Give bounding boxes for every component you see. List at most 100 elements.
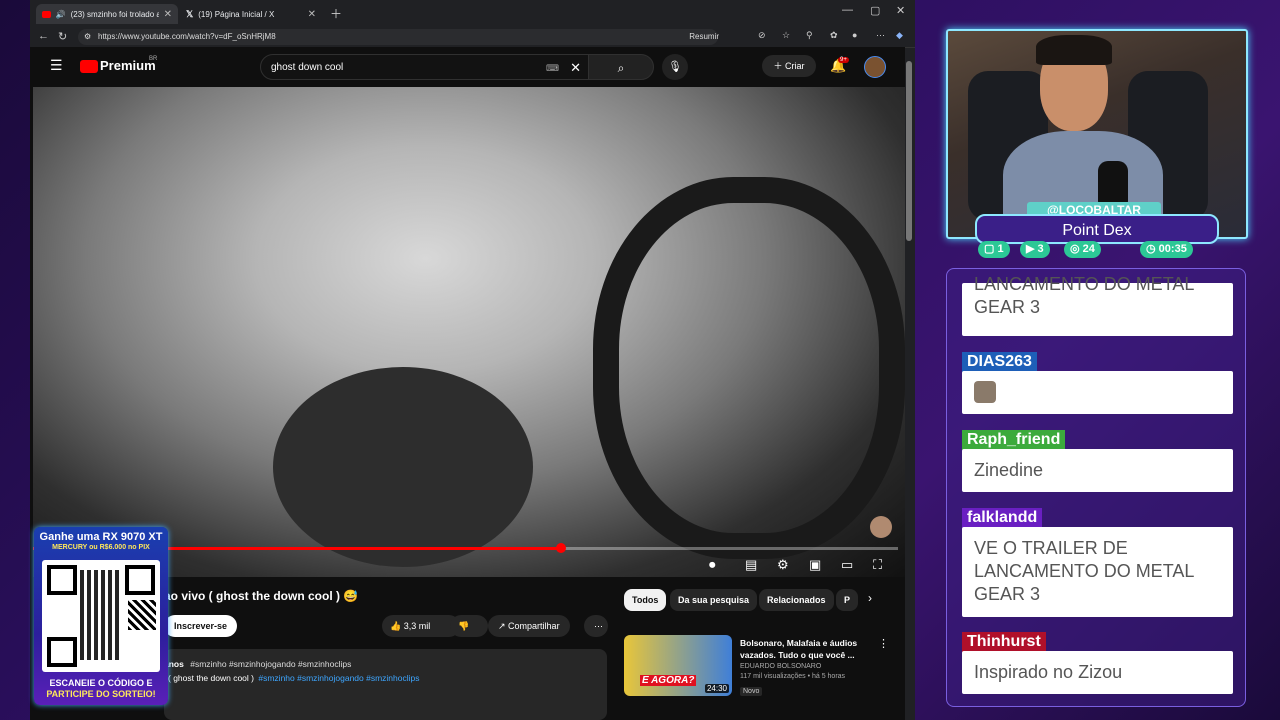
channel-watermark[interactable]	[870, 516, 892, 538]
subtitles-icon[interactable]: ▤	[745, 557, 757, 573]
promo-cta-2: PARTICIPE DO SORTEIO!	[46, 689, 156, 699]
chevron-right-icon[interactable]: ›	[868, 591, 872, 605]
stat-chat: ▢ 1	[978, 241, 1010, 258]
page-scrollbar[interactable]	[906, 61, 912, 241]
tab-label: (19) Página Inicial / X	[198, 9, 275, 19]
chip-more[interactable]: P	[836, 589, 858, 611]
new-tab-icon[interactable]: ＋	[330, 5, 342, 22]
extension-icon[interactable]: ✿	[830, 30, 838, 41]
description-hashtags[interactable]: #smzinho #smzinhojogando #smzinhoclips	[258, 673, 419, 683]
chat-message: LANCAMENTO DO METAL GEAR 3	[962, 274, 1233, 336]
share-button[interactable]: ↗ Compartilhar	[488, 615, 570, 637]
chip-da-sua-pesquisa[interactable]: Da sua pesquisa	[670, 589, 758, 611]
account-avatar[interactable]	[864, 56, 886, 78]
speaker-icon[interactable]: 🔊	[56, 10, 66, 19]
chat-message	[962, 371, 1233, 414]
giveaway-promo: Ganhe uma RX 9070 XT MERCURY ou R$6.000 …	[34, 527, 168, 705]
promo-cta-1: ESCANEIE O CÓDIGO E	[49, 678, 153, 688]
star-icon[interactable]: ☆	[782, 30, 790, 41]
subscribe-button[interactable]: Inscrever-se	[164, 615, 238, 637]
voice-search-button[interactable]: 🎙	[662, 54, 688, 80]
tab-bar: 🔊 (23) smzinho foi trolado ao v ✕ 𝕏 (19)…	[30, 0, 915, 27]
promo-subline: MERCURY ou R$6.000 no PIX	[52, 544, 150, 551]
like-button[interactable]: 👍 3,3 mil	[382, 615, 460, 637]
video-player[interactable]: ⏺ ▤ ⚙ ▣ ▭ ⛶	[33, 87, 905, 577]
qr-finder	[125, 565, 155, 595]
extensions-icon[interactable]: ⚲	[806, 30, 813, 41]
streamer-hair	[1036, 35, 1112, 65]
address-bar-row: ← ↻ ⚙ https://www.youtube.com/watch?v=dF…	[30, 27, 915, 48]
miniplayer-icon[interactable]: ▣	[809, 557, 821, 573]
search-button[interactable]: ⌕	[588, 54, 654, 80]
tab-youtube[interactable]: 🔊 (23) smzinho foi trolado ao v ✕	[36, 4, 178, 24]
chip-relacionados[interactable]: Relacionados	[759, 589, 834, 611]
site-info-icon[interactable]: ⚙	[84, 29, 91, 45]
progress-scrubber[interactable]	[555, 543, 566, 553]
notifications-badge: 9+	[838, 57, 849, 63]
more-icon[interactable]: ⋯	[876, 30, 885, 41]
search-input[interactable]: ghost down cool ⌨ ✕	[260, 54, 590, 80]
search-value: ghost down cool	[271, 62, 344, 73]
thumbnail-text: E AGORA?	[640, 675, 697, 686]
chat-text: LANCAMENTO DO METAL GEAR 3	[974, 274, 1194, 317]
chat-username: Raph_friend	[962, 430, 1066, 450]
search-icon: ⌕	[617, 61, 625, 75]
x-favicon-icon: 𝕏	[186, 8, 194, 19]
url-field[interactable]: ⚙ https://www.youtube.com/watch?v=dF_oSn…	[78, 29, 719, 45]
back-icon[interactable]: ←	[38, 30, 49, 42]
stat-kick: ◎ 24	[1064, 241, 1101, 258]
qr-code	[42, 560, 160, 672]
chip-todos[interactable]: Todos	[624, 589, 667, 611]
new-badge: Novo	[740, 687, 763, 696]
maximize-icon[interactable]: ▢	[870, 4, 880, 17]
close-tab-icon[interactable]: ✕	[308, 9, 316, 20]
chat-icon: ▢	[984, 243, 995, 255]
chat-username: falklandd	[962, 508, 1043, 528]
recommended-title[interactable]: Bolsonaro, Malafaia e áudios vazados. Tu…	[740, 637, 860, 661]
chat-message: Zinedine	[962, 449, 1233, 492]
settings-gear-icon[interactable]: ⚙	[777, 557, 789, 573]
theater-mode-icon[interactable]: ▭	[841, 557, 853, 573]
emote-icon	[974, 381, 996, 403]
stat-youtube: ▶ 3	[1020, 241, 1050, 258]
more-actions-icon[interactable]: ⋯	[584, 615, 608, 637]
youtube-logo-icon[interactable]	[80, 60, 98, 73]
chat-text: Zinedine	[974, 460, 1044, 480]
translate-icon[interactable]: ⊘	[758, 30, 766, 41]
close-window-icon[interactable]: ✕	[896, 4, 905, 17]
summarize-button[interactable]: Resumir	[689, 29, 719, 45]
create-button[interactable]: ＋ Criar	[762, 55, 816, 77]
youtube-logo-text[interactable]: Premium	[100, 58, 156, 73]
streamer-role: Point Dex	[975, 214, 1219, 244]
autoplay-toggle[interactable]: ⏺	[709, 557, 716, 573]
reload-icon[interactable]: ↻	[58, 30, 67, 43]
recommended-thumbnail[interactable]: E AGORA? 24:30	[624, 635, 732, 696]
fullscreen-icon[interactable]: ⛶	[873, 557, 882, 573]
promo-headline: Ganhe uma RX 9070 XT	[39, 531, 163, 543]
chat-username: DIAS263	[962, 352, 1037, 372]
chat-text: VE O TRAILER DE LANCAMENTO DO METAL GEAR…	[974, 538, 1194, 604]
chat-message: VE O TRAILER DE LANCAMENTO DO METAL GEAR…	[962, 527, 1233, 617]
chat-message: Inspirado no Zizou	[962, 651, 1233, 694]
youtube-favicon-icon	[42, 10, 51, 18]
profile-avatar[interactable]: ●	[852, 30, 857, 40]
close-tab-icon[interactable]: ✕	[164, 9, 172, 20]
tab-x[interactable]: 𝕏 (19) Página Inicial / X ✕	[180, 4, 322, 24]
qr-modules	[80, 570, 122, 660]
youtube-icon: ▶	[1026, 243, 1035, 255]
qr-modules	[128, 600, 156, 630]
menu-icon[interactable]: ☰	[50, 57, 63, 74]
dislike-button[interactable]: 👎	[450, 615, 488, 637]
qr-finder	[47, 565, 77, 595]
like-count: 3,3 mil	[403, 621, 431, 631]
recommended-channel[interactable]: EDUARDO BOLSONARO	[740, 663, 860, 670]
recommended-info[interactable]: Bolsonaro, Malafaia e áudios vazados. Tu…	[740, 637, 860, 698]
minimize-icon[interactable]: —	[842, 4, 853, 16]
clock-icon: ◷	[1146, 243, 1156, 255]
clear-search-icon[interactable]: ✕	[570, 55, 581, 81]
recommended-more-icon[interactable]: ⋮	[878, 637, 889, 650]
description-box[interactable]: anos #smzinho #smzinhojogando #smzinhocl…	[164, 649, 607, 720]
create-label: Criar	[785, 61, 805, 71]
keyboard-icon[interactable]: ⌨	[546, 55, 559, 81]
copilot-icon[interactable]: ◆	[896, 30, 903, 41]
